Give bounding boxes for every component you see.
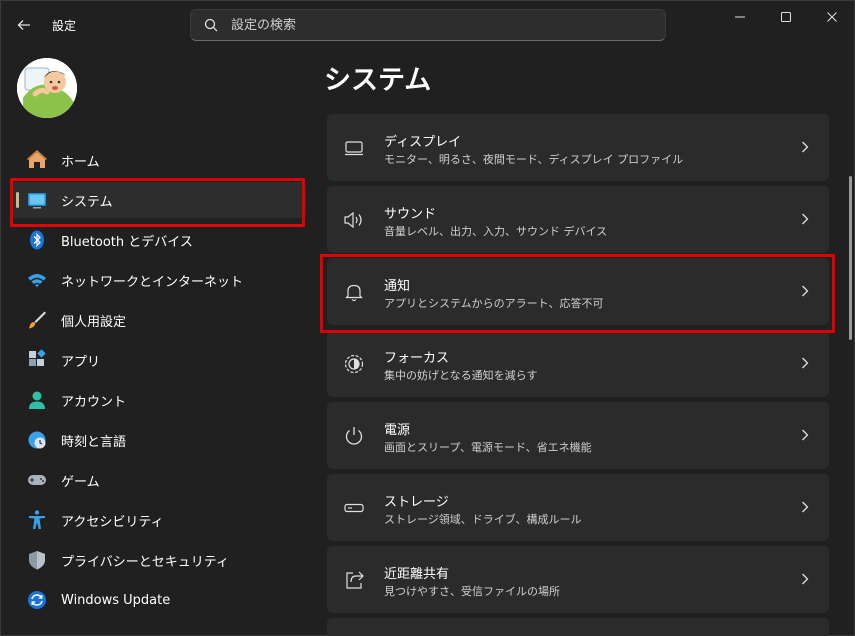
page-title: システム [324,65,432,96]
system-monitor-icon [26,189,48,211]
sidebar-item-windows-update[interactable]: Windows Update [10,582,306,618]
bell-icon [341,279,367,305]
minimize-icon [735,16,745,18]
sidebar-item-label: 時刻と言語 [61,434,127,450]
sidebar-item-label: ホーム [61,154,100,170]
sidebar-item-label: プライバシーとセキュリティ [61,554,229,570]
card-title: 近距離共有 [384,567,450,582]
card-subtitle: アプリとシステムからのアラート、応答不可 [384,297,604,310]
account-icon [26,389,48,411]
maximize-icon [781,12,791,22]
sidebar-nav: ホーム システム Bluetooth とデバイス ネットワークとインターネット … [10,142,306,622]
minimize-button[interactable] [717,0,763,34]
shield-icon [26,549,48,571]
chevron-right-icon [799,138,811,156]
chevron-right-icon [799,354,811,372]
card-subtitle: 音量レベル、出力、入力、サウンド デバイス [384,225,608,238]
apps-icon [26,349,48,371]
back-button[interactable] [10,12,38,38]
card-partial-next[interactable] [327,618,829,636]
sidebar-item-home[interactable]: ホーム [10,142,306,178]
card-title: ストレージ [384,495,449,510]
selection-indicator [16,192,19,208]
wifi-icon [26,269,48,291]
bluetooth-icon [26,229,48,251]
card-title: 電源 [384,423,411,438]
chevron-right-icon [799,498,811,516]
sidebar-item-gaming[interactable]: ゲーム [10,462,306,498]
card-subtitle: ストレージ領域、ドライブ、構成ルール [384,513,582,526]
focus-icon [341,351,367,377]
sidebar-item-label: Bluetooth とデバイス [61,234,193,250]
sidebar-item-label: アクセシビリティ [61,514,164,530]
accessibility-icon [26,509,48,531]
card-display[interactable]: ディスプレイ モニター、明るさ、夜間モード、ディスプレイ プロファイル [327,114,829,181]
search-input[interactable] [231,17,651,33]
sidebar-item-privacy-security[interactable]: プライバシーとセキュリティ [10,542,306,578]
sidebar-item-label: Windows Update [61,592,171,608]
chevron-right-icon [799,282,811,300]
sidebar-item-bluetooth[interactable]: Bluetooth とデバイス [10,222,306,258]
sidebar-item-system[interactable]: システム [10,182,306,218]
maximize-button[interactable] [763,0,809,34]
card-focus[interactable]: フォーカス 集中の妨げとなる通知を減らす [327,330,829,397]
search-box[interactable] [190,9,666,41]
display-icon [341,135,367,161]
card-sound[interactable]: サウンド 音量レベル、出力、入力、サウンド デバイス [327,186,829,253]
sidebar-item-label: ゲーム [61,474,100,490]
card-subtitle: 集中の妨げとなる通知を減らす [384,369,538,382]
time-language-icon [26,429,48,451]
sidebar-item-label: アカウント [61,394,127,410]
sidebar-item-label: ネットワークとインターネット [61,274,244,290]
sidebar-item-label: システム [61,194,113,210]
settings-card-list: ディスプレイ モニター、明るさ、夜間モード、ディスプレイ プロファイル サウンド… [327,114,829,636]
card-power[interactable]: 電源 画面とスリープ、電源モード、省エネ機能 [327,402,829,469]
sidebar-item-apps[interactable]: アプリ [10,342,306,378]
chevron-right-icon [799,426,811,444]
card-storage[interactable]: ストレージ ストレージ領域、ドライブ、構成ルール [327,474,829,541]
sidebar-item-personalization[interactable]: 個人用設定 [10,302,306,338]
paintbrush-icon [26,309,48,331]
card-title: 通知 [384,279,411,294]
sidebar-item-time-language[interactable]: 時刻と言語 [10,422,306,458]
search-icon [203,17,219,33]
storage-icon [341,495,367,521]
home-icon [26,149,48,171]
chevron-right-icon [799,570,811,588]
title-bar: 設定 [0,0,855,48]
card-nearby-sharing[interactable]: 近距離共有 見つけやすさ、受信ファイルの場所 [327,546,829,613]
avatar[interactable] [17,58,77,118]
sidebar-item-network[interactable]: ネットワークとインターネット [10,262,306,298]
card-subtitle: 見つけやすさ、受信ファイルの場所 [384,585,560,598]
back-arrow-icon [17,20,30,30]
app-title: 設定 [52,19,77,33]
windows-update-icon [26,589,48,611]
sidebar-item-label: アプリ [61,354,101,370]
card-title: ディスプレイ [384,135,462,150]
chevron-right-icon [799,210,811,228]
power-icon [341,423,367,449]
user-avatar-illustration-icon [17,58,77,118]
card-subtitle: モニター、明るさ、夜間モード、ディスプレイ プロファイル [384,153,684,166]
card-title: サウンド [384,207,437,222]
sidebar-item-label: 個人用設定 [61,314,127,330]
card-notifications[interactable]: 通知 アプリとシステムからのアラート、応答不可 [327,258,829,325]
gamepad-icon [26,469,48,491]
speaker-icon [341,207,367,233]
close-button[interactable] [809,0,855,34]
share-icon [341,567,367,593]
card-subtitle: 画面とスリープ、電源モード、省エネ機能 [384,441,592,454]
scrollbar-thumb[interactable] [849,176,852,340]
sidebar-item-accounts[interactable]: アカウント [10,382,306,418]
card-title: フォーカス [384,351,450,366]
sidebar-item-accessibility[interactable]: アクセシビリティ [10,502,306,538]
close-icon [827,12,837,22]
